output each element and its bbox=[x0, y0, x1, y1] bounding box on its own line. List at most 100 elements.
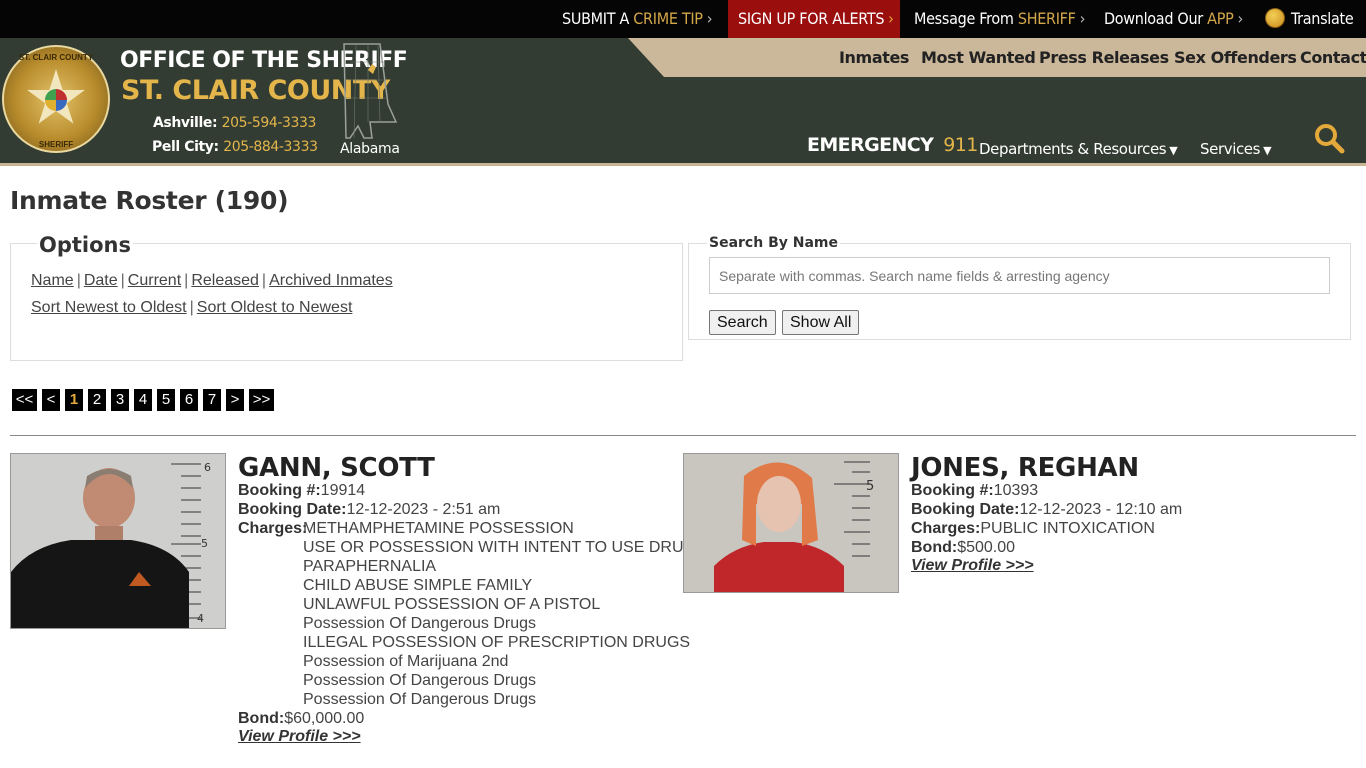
phone-city: Pell City: bbox=[152, 139, 219, 155]
booking-number: Booking #:10393 bbox=[911, 482, 1039, 499]
inmate-photo[interactable]: 6 5 4 bbox=[10, 453, 226, 629]
charge-item: ILLEGAL POSSESSION OF PRESCRIPTION DRUGS bbox=[303, 634, 691, 651]
alerts-label: SIGN UP FOR ALERTS bbox=[738, 9, 885, 28]
phone-pell-city: Pell City: 205-884-3333 bbox=[152, 139, 318, 155]
chevron-down-icon: ▼ bbox=[1169, 144, 1178, 157]
chevron-down-icon: ▼ bbox=[1263, 144, 1272, 157]
nav-inmates[interactable]: Inmates bbox=[839, 38, 909, 77]
charge-item: Possession Of Dangerous Drugs bbox=[303, 672, 536, 689]
show-all-button[interactable]: Show All bbox=[782, 310, 860, 335]
inmate-photo[interactable]: 5 bbox=[683, 453, 899, 593]
emergency-label: EMERGENCY bbox=[807, 134, 934, 156]
page-4[interactable]: 4 bbox=[134, 389, 152, 411]
message-label-hl: SHERIFF bbox=[1017, 9, 1076, 28]
charges-list: METHAMPHETAMINE POSSESSION USE OR POSSES… bbox=[303, 519, 696, 709]
charge-item: PARAPHERNALIA bbox=[303, 558, 437, 575]
submit-crime-tip-link[interactable]: SUBMIT A CRIME TIP › bbox=[562, 0, 713, 38]
sheriff-badge-logo[interactable]: ST. CLAIR COUNTY SHERIFF bbox=[2, 45, 110, 153]
inmate-name: JONES, REGHAN bbox=[911, 453, 1139, 483]
badge-bottom-text: SHERIFF bbox=[38, 140, 74, 149]
download-label-hl: APP bbox=[1207, 9, 1234, 28]
phone-number[interactable]: 205-594-3333 bbox=[222, 115, 317, 131]
filter-date-link[interactable]: Date bbox=[84, 272, 118, 289]
badge-seal bbox=[45, 89, 67, 111]
site-header: Inmates Most Wanted Press Releases Sex O… bbox=[0, 38, 1366, 166]
translate-label: Translate bbox=[1291, 9, 1354, 28]
charge-item: CHILD ABUSE SIMPLE FAMILY bbox=[303, 577, 533, 594]
page-next[interactable]: > bbox=[226, 389, 244, 411]
page-prev[interactable]: < bbox=[42, 389, 60, 411]
chevron-right-icon: › bbox=[888, 9, 894, 28]
filter-released-link[interactable]: Released bbox=[191, 272, 259, 289]
charge-item: USE OR POSSESSION WITH INTENT TO USE DRU… bbox=[303, 539, 696, 556]
ruler-mark: 6 bbox=[204, 461, 211, 474]
alabama-map-icon bbox=[343, 43, 398, 139]
sign-up-alerts-link[interactable]: SIGN UP FOR ALERTS › bbox=[728, 0, 900, 38]
phone-number[interactable]: 205-884-3333 bbox=[223, 139, 318, 155]
nav-sex-offenders[interactable]: Sex Offenders bbox=[1174, 38, 1297, 77]
crime-tip-label-pre: SUBMIT A bbox=[562, 9, 634, 28]
page-last[interactable]: >> bbox=[249, 389, 274, 411]
mugshot-image: 6 5 4 bbox=[11, 454, 225, 628]
sort-oldest-link[interactable]: Sort Oldest to Newest bbox=[197, 299, 353, 316]
dropdown-label: Services bbox=[1200, 140, 1261, 158]
view-profile-link[interactable]: View Profile >>> bbox=[238, 728, 361, 746]
nav-contact[interactable]: Contact bbox=[1300, 38, 1366, 77]
nav-most-wanted[interactable]: Most Wanted bbox=[921, 38, 1036, 77]
download-label-pre: Download Our bbox=[1104, 9, 1208, 28]
message-label-pre: Message From bbox=[914, 9, 1018, 28]
filter-name-link[interactable]: Name bbox=[31, 272, 74, 289]
charge-item: Possession of Marijuana 2nd bbox=[303, 653, 509, 670]
phone-ashville: Ashville: 205-594-3333 bbox=[153, 115, 316, 131]
translate-link[interactable]: Translate bbox=[1265, 0, 1354, 38]
sort-newest-link[interactable]: Sort Newest to Oldest bbox=[31, 299, 187, 316]
filter-archived-link[interactable]: Archived Inmates bbox=[269, 272, 393, 289]
bond: Bond:$500.00 bbox=[911, 539, 1016, 556]
globe-icon bbox=[1265, 7, 1285, 28]
charges-label: Charges: bbox=[238, 520, 308, 537]
page-6[interactable]: 6 bbox=[180, 389, 198, 411]
options-filter-links: Name | Date | Current | Released | Archived Inma… bbox=[31, 272, 393, 289]
emergency-number[interactable]: 911 bbox=[943, 134, 978, 156]
chevron-right-icon: › bbox=[706, 9, 713, 28]
emergency-info: EMERGENCY 911 bbox=[807, 134, 978, 156]
charge-item: UNLAWFUL POSSESSION OF A PISTOL bbox=[303, 596, 601, 613]
mugshot-image: 5 bbox=[684, 454, 898, 592]
crime-tip-label-hl: CRIME TIP bbox=[633, 9, 703, 28]
ruler-mark: 5 bbox=[866, 479, 874, 494]
page-first[interactable]: << bbox=[12, 389, 37, 411]
nav-press-releases[interactable]: Press Releases bbox=[1039, 38, 1169, 77]
ruler-mark: 4 bbox=[197, 612, 204, 625]
alabama-label: Alabama bbox=[340, 141, 400, 157]
ruler-mark: 5 bbox=[201, 537, 208, 550]
search-button[interactable]: Search bbox=[709, 310, 776, 335]
options-sort-links: Sort Newest to Oldest | Sort Oldest to New… bbox=[31, 299, 353, 316]
badge-top-text: ST. CLAIR COUNTY bbox=[18, 53, 94, 62]
departments-resources-dropdown[interactable]: Departments & Resources ▼ bbox=[979, 140, 1178, 158]
search-name-input[interactable] bbox=[709, 257, 1330, 294]
page-7[interactable]: 7 bbox=[203, 389, 221, 411]
page-1[interactable]: 1 bbox=[65, 389, 83, 411]
page-3[interactable]: 3 bbox=[111, 389, 129, 411]
options-legend: Options bbox=[37, 233, 133, 257]
top-utility-bar: SUBMIT A CRIME TIP › SIGN UP FOR ALERTS › … bbox=[0, 0, 1366, 38]
chevron-right-icon: › bbox=[1237, 9, 1243, 28]
chevron-right-icon: › bbox=[1079, 9, 1086, 28]
page-5[interactable]: 5 bbox=[157, 389, 175, 411]
main-nav: Inmates Most Wanted Press Releases Sex O… bbox=[628, 38, 1366, 77]
booking-date: Booking Date:12-12-2023 - 2:51 am bbox=[238, 501, 501, 518]
booking-date: Booking Date:12-12-2023 - 12:10 am bbox=[911, 501, 1183, 518]
services-dropdown[interactable]: Services ▼ bbox=[1200, 140, 1272, 158]
search-icon[interactable] bbox=[1313, 122, 1345, 154]
download-app-link[interactable]: Download Our APP › bbox=[1104, 0, 1243, 38]
filter-current-link[interactable]: Current bbox=[128, 272, 181, 289]
search-legend: Search By Name bbox=[707, 235, 840, 251]
page-title: Inmate Roster (190) bbox=[10, 186, 289, 215]
charges: Charges:PUBLIC INTOXICATION bbox=[911, 520, 1155, 537]
booking-number: Booking #:19914 bbox=[238, 482, 366, 499]
message-from-sheriff-link[interactable]: Message From SHERIFF › bbox=[914, 0, 1085, 38]
view-profile-link[interactable]: View Profile >>> bbox=[911, 557, 1034, 575]
charge-item: Possession Of Dangerous Drugs bbox=[303, 691, 536, 708]
phone-city: Ashville: bbox=[153, 115, 218, 131]
page-2[interactable]: 2 bbox=[88, 389, 106, 411]
